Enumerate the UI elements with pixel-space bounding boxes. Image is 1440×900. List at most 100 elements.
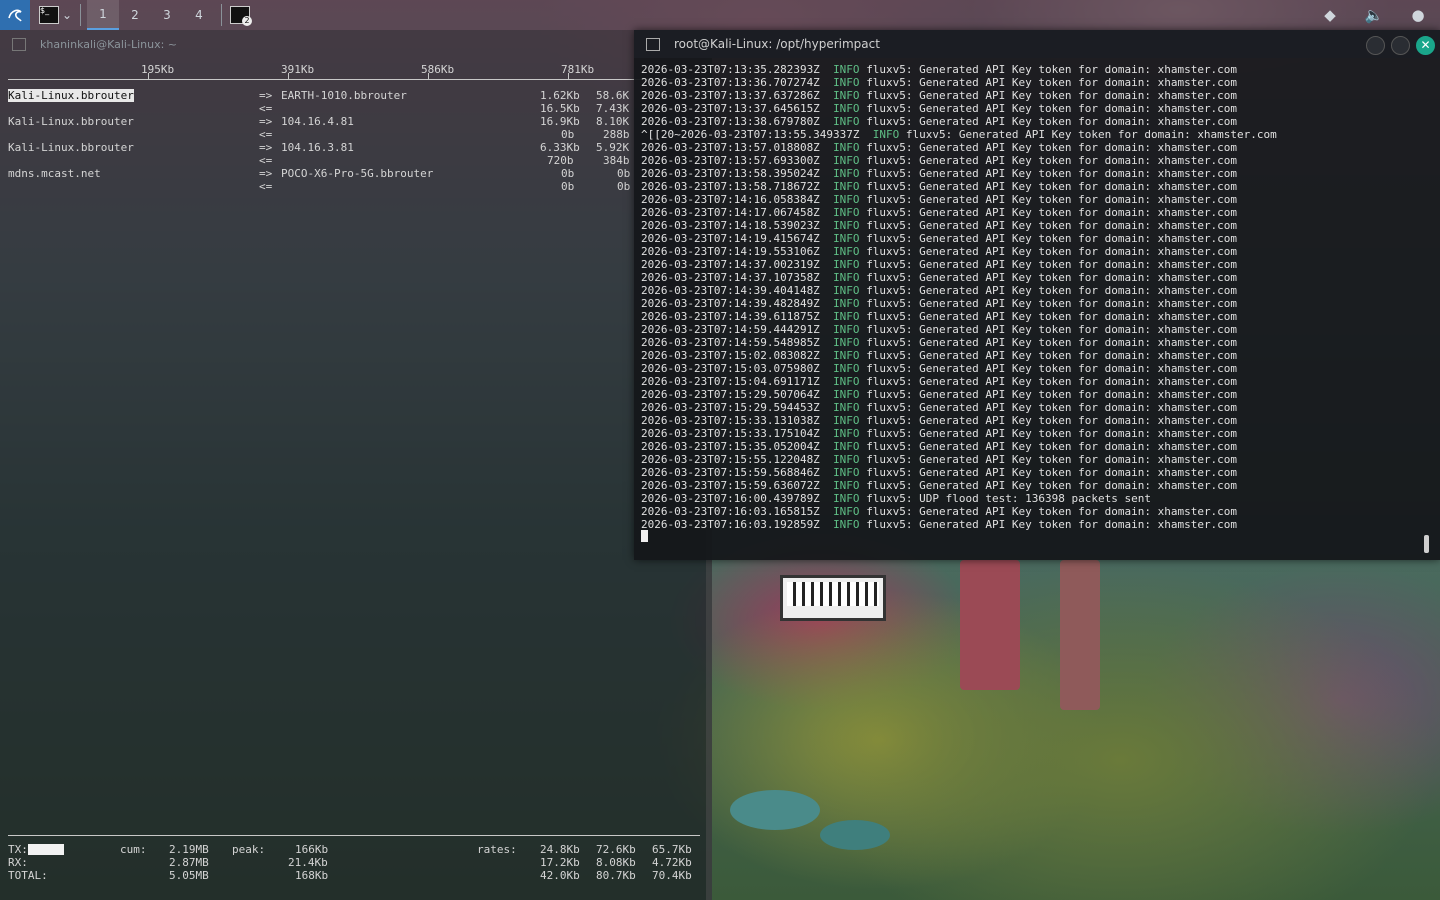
power-icon[interactable]: ● <box>1396 0 1440 30</box>
log-timestamp: 2026-03-23T07:14:39.404148Z <box>641 284 820 297</box>
log-message: fluxv5: Generated API Key token for doma… <box>866 232 1238 245</box>
taskbar-terminal-group[interactable]: 2 <box>228 0 252 30</box>
log-message: fluxv5: Generated API Key token for doma… <box>866 245 1238 258</box>
system-tray: ◆ 🔈 ● <box>1308 0 1440 30</box>
log-message: fluxv5: Generated API Key token for doma… <box>866 284 1238 297</box>
log-line: 2026-03-23T07:15:04.691171Z INFO fluxv5:… <box>641 375 1277 388</box>
flow-arrow-in: <= <box>259 102 273 115</box>
flow-source[interactable]: Kali-Linux.bbrouter <box>8 141 134 154</box>
terminal-icon <box>646 37 660 51</box>
log-message: fluxv5: Generated API Key token for doma… <box>866 89 1238 102</box>
log-line: 2026-03-23T07:14:37.002319Z INFO fluxv5:… <box>641 258 1277 271</box>
log-timestamp: 2026-03-23T07:15:03.075980Z <box>641 362 820 375</box>
log-message: fluxv5: UDP flood test: 136398 packets s… <box>866 492 1151 505</box>
log-level: INFO <box>833 154 860 167</box>
log-output: 2026-03-23T07:13:35.282393Z INFO fluxv5:… <box>641 63 1277 531</box>
terminal-launcher[interactable]: $_ <box>38 0 60 30</box>
chevron-down-icon[interactable]: ⌄ <box>60 0 74 30</box>
log-message: fluxv5: Generated API Key token for doma… <box>905 128 1277 141</box>
workspace-3[interactable]: 3 <box>151 0 183 30</box>
log-level: INFO <box>833 284 860 297</box>
flow-rate-in-10s: 288b <box>603 128 630 141</box>
log-timestamp: 2026-03-23T07:14:39.482849Z <box>641 297 820 310</box>
volume-icon[interactable]: 🔈 <box>1352 0 1396 30</box>
peak-label: peak: <box>232 843 266 856</box>
scale-label: 391Kb <box>281 63 315 76</box>
terminal-window-hyperimpact[interactable]: root@Kali-Linux: /opt/hyperimpact ✕ 2026… <box>634 30 1440 560</box>
scale-tick <box>568 73 569 79</box>
log-line: 2026-03-23T07:15:29.507064Z INFO fluxv5:… <box>641 388 1277 401</box>
flow-rate-in-2s: 0b <box>561 180 575 193</box>
log-message: fluxv5: Generated API Key token for doma… <box>866 336 1238 349</box>
log-timestamp: 2026-03-23T07:13:58.395024Z <box>641 167 820 180</box>
log-timestamp: 2026-03-23T07:14:19.415674Z <box>641 232 820 245</box>
flow-source-selected[interactable]: Kali-Linux.bbrouter <box>8 89 134 102</box>
workspace-1[interactable]: 1 <box>87 0 119 30</box>
log-level: INFO <box>833 310 860 323</box>
kali-dragon-icon[interactable] <box>0 0 30 30</box>
flow-arrow-in: <= <box>259 180 273 193</box>
log-level: INFO <box>833 401 860 414</box>
flow-rate-out-2s: 0b <box>561 167 575 180</box>
log-level: INFO <box>833 362 860 375</box>
log-line: 2026-03-23T07:14:19.415674Z INFO fluxv5:… <box>641 232 1277 245</box>
log-level: INFO <box>833 414 860 427</box>
total-label: TOTAL: <box>8 869 48 882</box>
flow-source[interactable]: mdns.mcast.net <box>8 167 101 180</box>
log-message: fluxv5: Generated API Key token for doma… <box>866 193 1238 206</box>
log-timestamp: 2026-03-23T07:15:35.052004Z <box>641 440 820 453</box>
log-message: fluxv5: Generated API Key token for doma… <box>866 505 1238 518</box>
flow-rate-out-10s: 8.10K <box>596 115 630 128</box>
panel-separator <box>80 4 81 26</box>
log-level: INFO <box>833 167 860 180</box>
network-icon[interactable]: ◆ <box>1308 0 1352 30</box>
log-line: 2026-03-23T07:14:59.444291Z INFO fluxv5:… <box>641 323 1277 336</box>
log-line: 2026-03-23T07:15:29.594453Z INFO fluxv5:… <box>641 401 1277 414</box>
window-titlebar[interactable]: khaninkali@Kali-Linux: ~ <box>0 30 712 58</box>
log-level: INFO <box>833 466 860 479</box>
log-level: INFO <box>833 388 860 401</box>
log-level: INFO <box>833 492 860 505</box>
scale-label: 781Kb <box>561 63 595 76</box>
workspace-4[interactable]: 4 <box>183 0 215 30</box>
wallpaper-tree-trunk <box>1060 560 1100 710</box>
total-rate-2s: 42.0Kb <box>540 869 580 882</box>
log-timestamp: 2026-03-23T07:16:03.165815Z <box>641 505 820 518</box>
flow-rate-out-2s: 16.9Kb <box>540 115 580 128</box>
flow-destination: 104.16.3.81 <box>281 141 354 154</box>
log-line: 2026-03-23T07:15:59.636072Z INFO fluxv5:… <box>641 479 1277 492</box>
log-level: INFO <box>833 232 860 245</box>
close-button[interactable]: ✕ <box>1416 36 1435 55</box>
terminal-window-iftop[interactable]: khaninkali@Kali-Linux: ~ 195Kb 391Kb 586… <box>0 30 712 900</box>
flow-arrow-in: <= <box>259 128 273 141</box>
terminal-cursor <box>641 530 648 542</box>
totals-divider <box>8 835 700 836</box>
log-message: fluxv5: Generated API Key token for doma… <box>866 466 1238 479</box>
flow-source[interactable]: Kali-Linux.bbrouter <box>8 115 134 128</box>
log-level: INFO <box>833 89 860 102</box>
tx-cum: 2.19MB <box>169 843 209 856</box>
maximize-button[interactable] <box>1391 36 1410 55</box>
panel-separator <box>221 4 222 26</box>
log-message: fluxv5: Generated API Key token for doma… <box>866 375 1238 388</box>
log-timestamp: 2026-03-23T07:16:00.439789Z <box>641 492 820 505</box>
total-peak: 168Kb <box>295 869 329 882</box>
log-level: INFO <box>833 349 860 362</box>
tx-rate-10s: 72.6Kb <box>596 843 636 856</box>
top-panel: $_ ⌄ 1 2 3 4 2 ◆ 🔈 ● <box>0 0 1440 30</box>
log-message: fluxv5: Generated API Key token for doma… <box>866 518 1238 531</box>
log-timestamp: 2026-03-23T07:15:29.507064Z <box>641 388 820 401</box>
log-level: INFO <box>833 453 860 466</box>
window-title: root@Kali-Linux: /opt/hyperimpact <box>674 37 880 51</box>
log-message: fluxv5: Generated API Key token for doma… <box>866 76 1238 89</box>
window-count-badge: 2 <box>242 16 252 26</box>
flow-arrow-out: => <box>259 167 273 180</box>
workspace-2[interactable]: 2 <box>119 0 151 30</box>
log-line: 2026-03-23T07:15:02.083082Z INFO fluxv5:… <box>641 349 1277 362</box>
log-timestamp: 2026-03-23T07:13:35.282393Z <box>641 63 820 76</box>
minimize-button[interactable] <box>1366 36 1385 55</box>
flow-rate-out-2s: 6.33Kb <box>540 141 580 154</box>
window-titlebar[interactable]: root@Kali-Linux: /opt/hyperimpact ✕ <box>634 30 1440 58</box>
scrollbar-thumb[interactable] <box>1424 535 1429 553</box>
log-message: fluxv5: Generated API Key token for doma… <box>866 453 1238 466</box>
